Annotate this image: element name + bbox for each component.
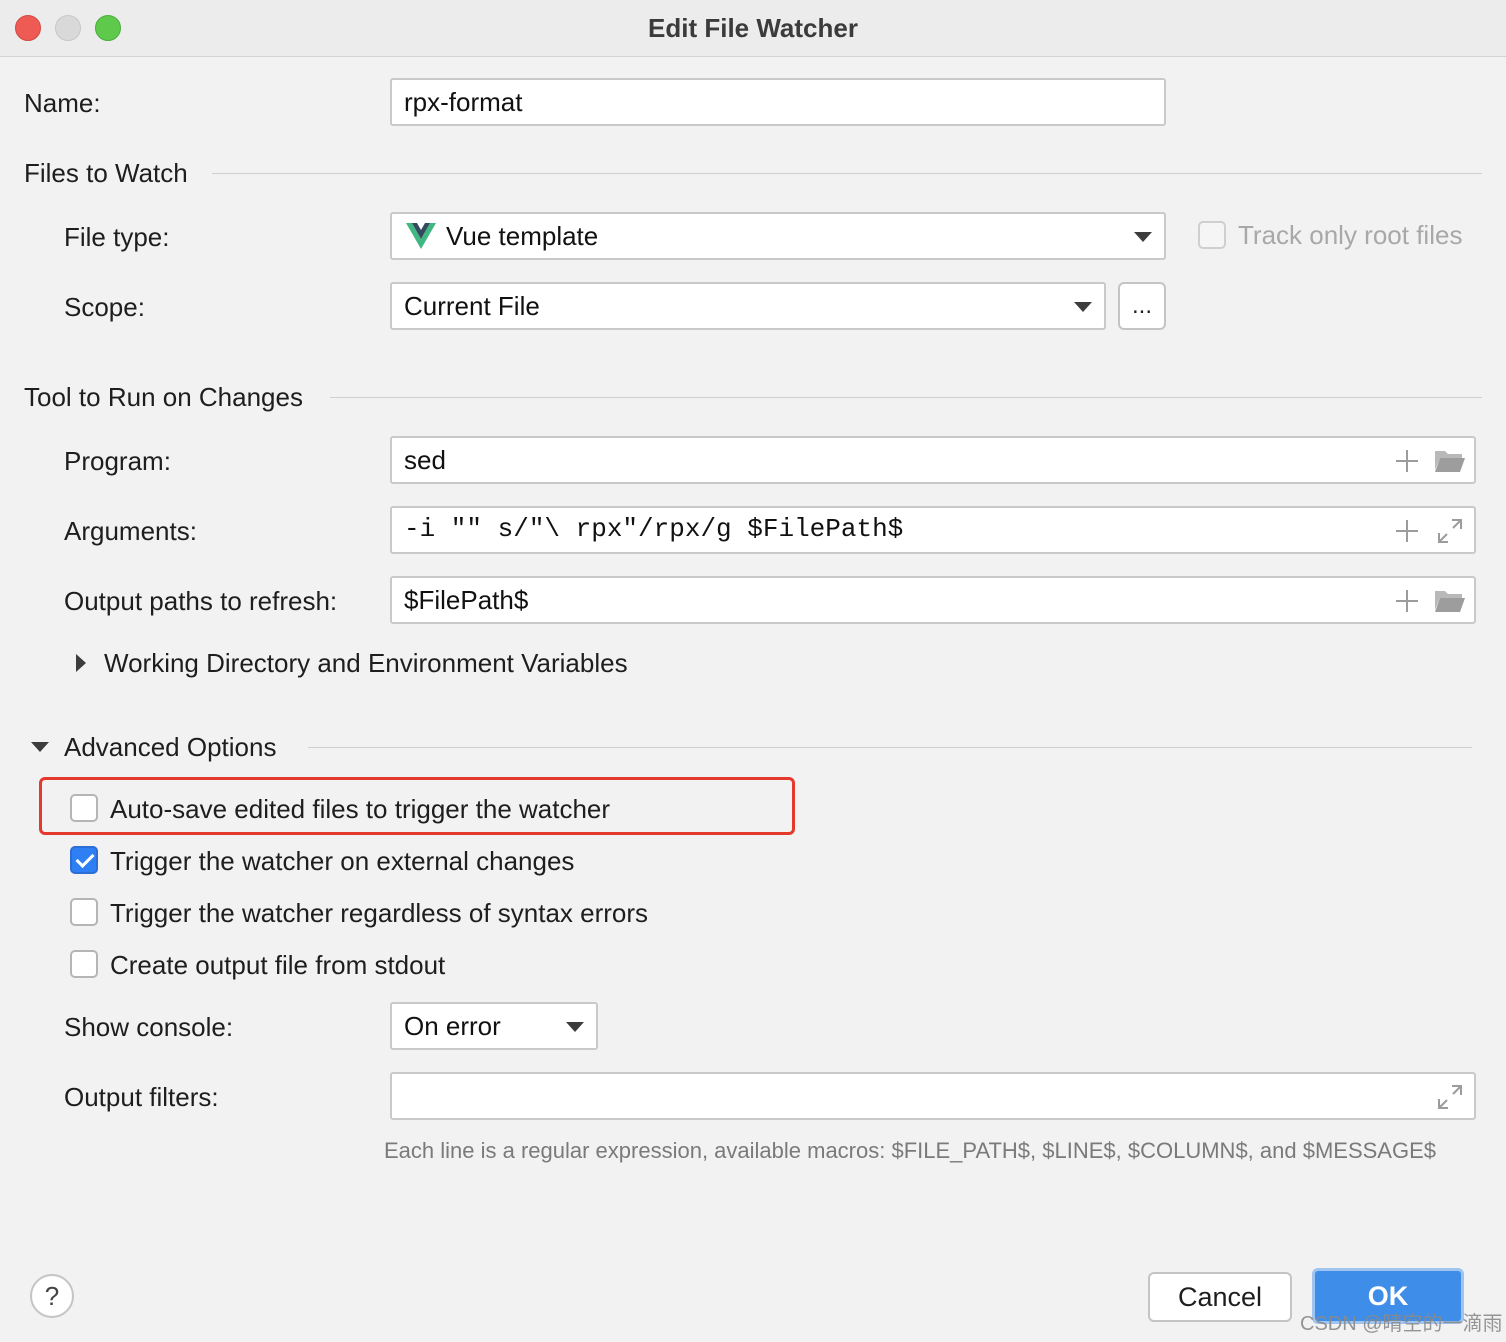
insert-macro-icon[interactable]	[1396, 520, 1418, 542]
chevron-down-icon	[1134, 232, 1152, 242]
arguments-label: Arguments:	[64, 516, 197, 546]
show-console-value: On error	[404, 1011, 501, 1041]
output-filters-label: Output filters:	[64, 1082, 219, 1112]
show-console-dropdown[interactable]: On error	[390, 1002, 598, 1050]
output-paths-input[interactable]: $FilePath$	[390, 576, 1476, 624]
insert-macro-icon[interactable]	[1396, 590, 1418, 612]
external-changes-label: Trigger the watcher on external changes	[110, 846, 575, 876]
tool-separator	[330, 397, 1482, 398]
expand-icon[interactable]	[1436, 1083, 1464, 1111]
scope-dropdown[interactable]: Current File	[390, 282, 1106, 330]
cancel-button[interactable]: Cancel	[1148, 1272, 1292, 1322]
stdout-label: Create output file from stdout	[110, 950, 446, 980]
file-type-label: File type:	[64, 222, 170, 252]
output-paths-label: Output paths to refresh:	[64, 586, 338, 616]
output-filters-input[interactable]	[390, 1072, 1476, 1120]
advanced-separator	[308, 747, 1472, 748]
chevron-down-icon	[1074, 302, 1092, 312]
expand-icon[interactable]	[1436, 517, 1464, 545]
track-root-files-label: Track only root files	[1238, 220, 1463, 250]
expand-arrow-icon[interactable]	[76, 654, 86, 672]
output-filters-hint: Each line is a regular expression, avail…	[384, 1138, 1437, 1163]
stdout-checkbox[interactable]	[70, 950, 98, 978]
advanced-options-heading[interactable]: Advanced Options	[64, 732, 276, 762]
file-type-dropdown[interactable]: Vue template	[390, 212, 1166, 260]
arguments-value: -i "" s/"\ rpx"/rpx/g $FilePath$	[404, 514, 904, 544]
files-to-watch-heading: Files to Watch	[24, 158, 188, 188]
folder-icon[interactable]	[1434, 588, 1466, 614]
syntax-errors-label: Trigger the watcher regardless of syntax…	[110, 898, 649, 928]
tool-heading: Tool to Run on Changes	[24, 382, 303, 412]
show-console-label: Show console:	[64, 1012, 234, 1042]
file-type-value: Vue template	[446, 221, 599, 251]
syntax-errors-checkbox[interactable]	[70, 898, 98, 926]
working-dir-toggle[interactable]: Working Directory and Environment Variab…	[104, 648, 628, 678]
insert-macro-icon[interactable]	[1396, 450, 1418, 472]
auto-save-checkbox[interactable]	[70, 794, 98, 822]
name-input-value: rpx-format	[404, 87, 523, 117]
files-to-watch-separator	[212, 173, 1482, 174]
track-root-files-checkbox[interactable]	[1198, 221, 1226, 249]
window-title: Edit File Watcher	[648, 13, 858, 43]
name-input[interactable]: rpx-format	[390, 78, 1166, 126]
vue-logo-icon	[406, 223, 436, 249]
output-paths-value: $FilePath$	[404, 585, 529, 615]
watermark: CSDN @晴空的一滴雨	[1300, 1313, 1503, 1335]
arguments-input[interactable]: -i "" s/"\ rpx"/rpx/g $FilePath$	[390, 506, 1476, 554]
program-input[interactable]: sed	[390, 436, 1476, 484]
external-changes-checkbox[interactable]	[70, 846, 98, 874]
collapse-arrow-icon[interactable]	[31, 742, 49, 752]
program-label: Program:	[64, 446, 171, 476]
title-bar: Edit File Watcher	[0, 0, 1506, 57]
folder-icon[interactable]	[1434, 448, 1466, 474]
help-button[interactable]: ?	[30, 1274, 74, 1318]
program-value: sed	[404, 445, 446, 475]
chevron-down-icon	[566, 1022, 584, 1032]
auto-save-label: Auto-save edited files to trigger the wa…	[110, 794, 611, 824]
name-label: Name:	[24, 88, 101, 118]
scope-more-button[interactable]: ...	[1118, 282, 1166, 330]
scope-value: Current File	[404, 291, 540, 321]
scope-label: Scope:	[64, 292, 145, 322]
